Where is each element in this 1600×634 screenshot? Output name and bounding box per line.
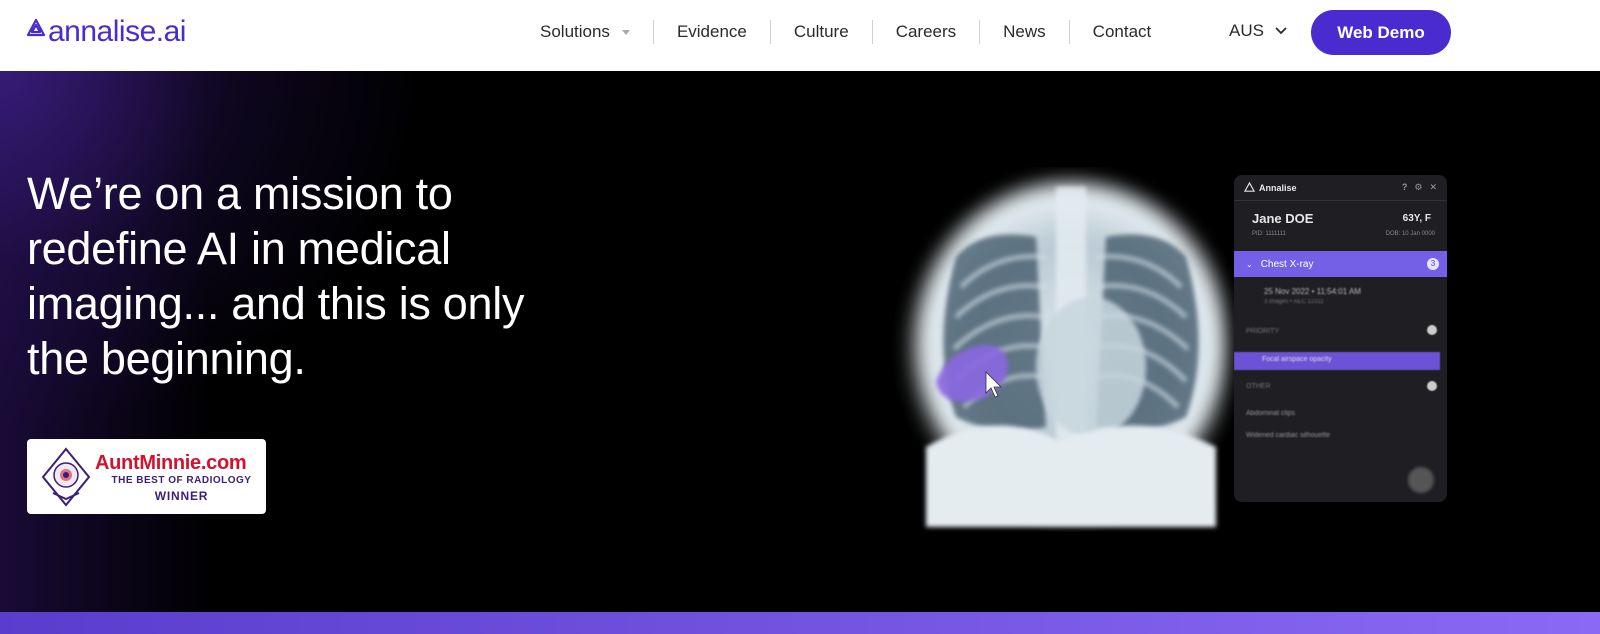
annalise-logo-icon xyxy=(1244,182,1255,192)
chevron-down-icon xyxy=(1275,27,1287,35)
award-subtitle: THE BEST OF RADIOLOGY xyxy=(111,475,252,486)
annalise-viewer-panel: Annalise ? ⚙ ✕ Jane DOE 63Y, F PID: 1111… xyxy=(1234,175,1447,502)
patient-id-text: PID: 1111111 xyxy=(1252,231,1287,237)
finding-row-selected[interactable]: Focal airspace opacity xyxy=(1234,352,1440,370)
study-details: 3 images • AEC 12311 xyxy=(1264,299,1324,305)
top-nav: annalise.ai Solutions Evidence Culture C… xyxy=(0,0,1600,71)
award-badge[interactable]: AuntMinnie.com THE BEST OF RADIOLOGY WIN… xyxy=(27,439,266,514)
award-title: AuntMinnie.com xyxy=(95,452,247,474)
annalise-logo-icon xyxy=(26,18,46,37)
help-icon[interactable]: ? xyxy=(1402,182,1408,193)
region-selector[interactable]: AUS xyxy=(1229,21,1288,41)
panel-action-button[interactable] xyxy=(1408,467,1434,493)
brand-name: annalise.ai xyxy=(48,15,186,48)
main-menu: Solutions Evidence Culture Careers News … xyxy=(517,0,1174,64)
info-icon xyxy=(1427,325,1437,335)
finding-row[interactable]: Abdominal clips xyxy=(1246,410,1295,417)
study-count-badge: 3 xyxy=(1427,258,1439,270)
award-status: WINNER xyxy=(154,489,209,503)
study-label: Chest X-ray xyxy=(1260,258,1314,270)
panel-app-name: Annalise xyxy=(1259,182,1297,193)
priority-section: PRIORITY xyxy=(1246,328,1280,335)
panel-controls: ? ⚙ ✕ xyxy=(1402,182,1437,193)
other-section: OTHER xyxy=(1246,383,1271,390)
nav-culture[interactable]: Culture xyxy=(771,20,872,44)
study-row[interactable]: ⌄ Chest X-ray 3 xyxy=(1234,251,1447,277)
footer-accent-band xyxy=(0,612,1600,634)
patient-name: Jane DOE xyxy=(1252,211,1314,226)
panel-header: Annalise ? ⚙ ✕ xyxy=(1234,175,1447,201)
brand-logo[interactable]: annalise.ai xyxy=(26,14,186,50)
finding-row[interactable]: Widened cardiac silhouette xyxy=(1246,432,1330,439)
web-demo-button[interactable]: Web Demo xyxy=(1311,10,1451,55)
patient-dob-text: DOB: 10 Jan 0000 xyxy=(1385,231,1435,237)
settings-icon[interactable]: ⚙ xyxy=(1414,182,1422,193)
nav-contact[interactable]: Contact xyxy=(1070,20,1175,44)
nav-solutions[interactable]: Solutions xyxy=(517,20,653,44)
chevron-down-icon: ⌄ xyxy=(1246,259,1253,269)
nav-solutions-label: Solutions xyxy=(540,22,610,41)
award-seal-icon xyxy=(41,447,91,507)
info-icon xyxy=(1427,381,1437,391)
caret-down-icon xyxy=(621,29,630,35)
region-label: AUS xyxy=(1229,21,1264,40)
patient-age-sex: 63Y, F xyxy=(1402,213,1431,224)
hero-headline: We’re on a mission to redefine AI in med… xyxy=(27,168,525,384)
study-date: 25 Nov 2022 • 11:54:01 AM xyxy=(1264,287,1361,296)
nav-careers[interactable]: Careers xyxy=(873,20,979,44)
nav-news[interactable]: News xyxy=(980,20,1069,44)
close-icon[interactable]: ✕ xyxy=(1429,182,1437,193)
hero-section: We’re on a mission to redefine AI in med… xyxy=(0,71,1600,612)
nav-evidence[interactable]: Evidence xyxy=(654,20,770,44)
chest-xray-image xyxy=(901,174,1241,530)
